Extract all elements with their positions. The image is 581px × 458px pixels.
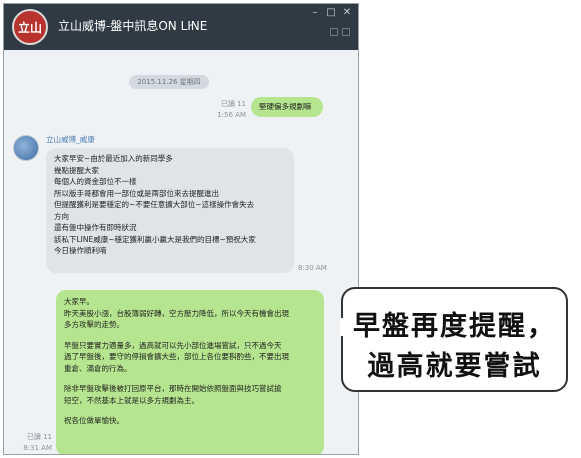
message-line: 堅硬偏多規劃嘛 — [259, 102, 312, 111]
message-line: 該私下LINE威康~穩定獲利贏小贏大是我們的目標~預祝大家 — [54, 234, 256, 244]
message-time: 1:56 AM — [217, 111, 246, 119]
chat-window: 立山 立山威博-盤中訊息ON LINE ⌄ – □ ✕ 2015.11.26 星… — [3, 3, 359, 455]
message-line: 還有盤中操作有即時狀況 — [54, 223, 137, 232]
message-line: 重倉、滿倉的行為。 — [64, 363, 132, 373]
group-avatar[interactable]: 立山 — [12, 9, 48, 45]
maximize-icon[interactable]: □ — [326, 8, 336, 18]
chat-title[interactable]: 立山威博-盤中訊息ON LINE — [58, 17, 207, 34]
message-line: 方向 — [54, 211, 69, 221]
message-line: 大家早安~由於最近加入的新同學多 — [54, 154, 173, 163]
minimize-icon[interactable]: – — [310, 8, 320, 18]
callout-line: 過高就要嘗試 — [367, 351, 542, 382]
chevron-down-icon[interactable]: ⌄ — [186, 16, 195, 29]
contact-avatar[interactable] — [13, 135, 39, 161]
close-icon[interactable]: ✕ — [342, 8, 352, 18]
message-line: 每個人的資金部位不一樣 — [54, 177, 137, 186]
message-time: 8:31 AM — [23, 444, 52, 452]
group-avatar-logo: 立山 — [17, 20, 42, 35]
annotation-callout: 早盤再度提醒， 過高就要嘗試 — [341, 287, 568, 392]
message-line: 但提醒獲利是要穩定的~不要任意擴大部位~這樣操作會失去 — [54, 200, 255, 209]
message-line: 短空，不然基本上就是以多方規劃為主。 — [64, 395, 199, 405]
chat-area[interactable]: 2015.11.26 星期四 已讀 11 1:56 AM 堅硬偏多規劃嘛 立山威… — [4, 50, 358, 454]
message-line: 過了早盤後，要守的停損會擴大些，部位上各位要斟酌些，不要出現 — [64, 352, 289, 361]
read-receipt: 已讀 11 — [26, 433, 52, 441]
date-divider: 2015.11.26 星期四 — [129, 75, 209, 89]
message-line: 幾點提醒大家 — [54, 165, 99, 175]
message-time: 8:30 AM — [298, 264, 327, 272]
sent-message[interactable]: 堅硬偏多規劃嘛 — [251, 97, 323, 117]
received-message[interactable]: 大家早安~由於最近加入的新同學多 幾點提醒大家 每個人的資金部位不一樣 所以版手… — [46, 148, 294, 273]
message-line: 除非早盤攻擊後被打回原平台，那時在開始依照盤面與技巧嘗試搶 — [64, 384, 282, 393]
message-line: 多方攻擊的走勢。 — [64, 320, 124, 329]
callout-line: 早盤再度提醒， — [353, 311, 556, 342]
menu-icon[interactable] — [342, 28, 350, 36]
message-line: 早盤只要實力適量多，過高就可以先小部位進場嘗試，只不過今天 — [64, 340, 282, 350]
message-line: 昨天美股小漲，台股簿弱好轉，空方壓力降低，所以今天有機會出現 — [64, 308, 289, 318]
message-line: 今日操作順利唷 — [54, 246, 107, 255]
sender-name[interactable]: 立山威博_威康 — [46, 134, 95, 145]
title-bar: 立山 立山威博-盤中訊息ON LINE ⌄ – □ ✕ — [4, 4, 358, 50]
toolbar — [330, 28, 350, 36]
message-line: 大家早。 — [64, 297, 94, 306]
search-icon[interactable] — [330, 28, 338, 36]
read-receipt: 已讀 11 — [220, 100, 246, 108]
message-line: 祝各位做單愉快。 — [64, 416, 124, 425]
sent-message[interactable]: 大家早。 昨天美股小漲，台股簿弱好轉，空方壓力降低，所以今天有機會出現 多方攻擊… — [56, 290, 324, 454]
message-line: 所以版手哥都會用一部位或是兩部位來去提醒進出 — [54, 188, 219, 198]
callout-pointer-cover — [340, 318, 344, 336]
window-controls: – □ ✕ — [310, 8, 352, 22]
